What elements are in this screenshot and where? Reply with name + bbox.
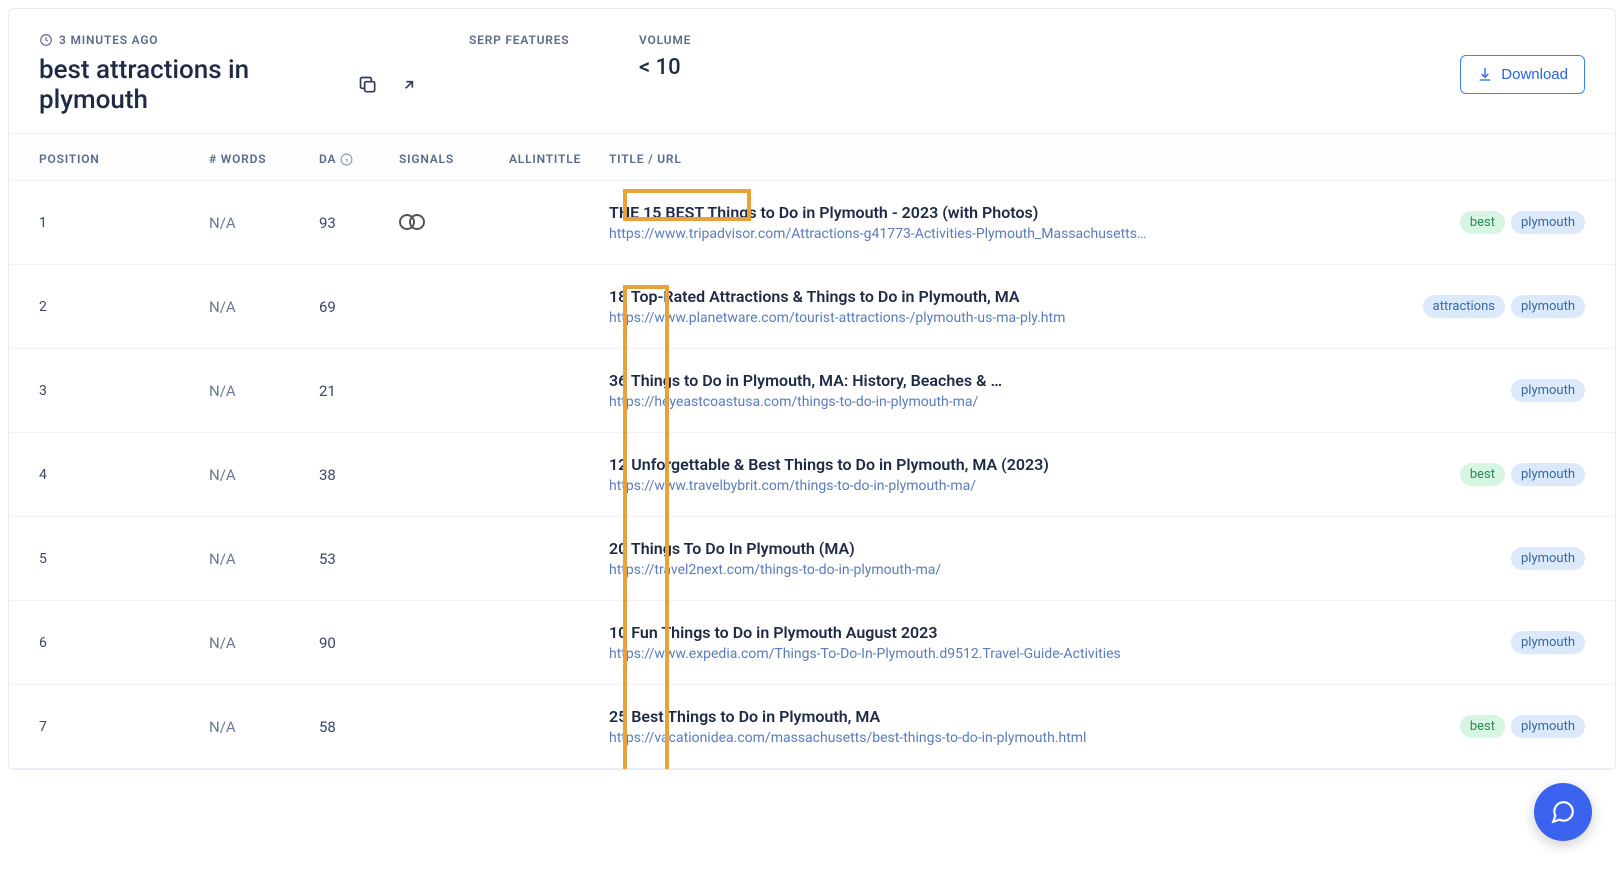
table-row: 3N/A21 36 Things to Do in Plymouth, MA: H… (9, 349, 1615, 433)
tripadvisor-icon (399, 212, 425, 230)
result-title[interactable]: 12 Unforgettable & Best Things to Do in … (609, 455, 1426, 474)
cell-words: N/A (209, 466, 319, 484)
cell-title-url: 20 Things To Do In Plymouth (MA) https://… (609, 539, 1585, 578)
download-icon (1477, 66, 1493, 82)
cell-position: 1 (39, 215, 209, 231)
table-row: 1N/A93 THE 15 BEST Things to Do in Plymou… (9, 181, 1615, 265)
open-external-icon[interactable] (398, 74, 419, 96)
col-da-label: DA (319, 152, 336, 166)
table-row: 5N/A53 20 Things To Do In Plymouth (MA) ht… (9, 517, 1615, 601)
chat-icon (1550, 799, 1576, 825)
col-signals[interactable]: SIGNALS (399, 152, 509, 166)
cell-title-url: THE 15 BEST Things to Do in Plymouth - 2… (609, 203, 1585, 242)
info-icon[interactable] (340, 153, 353, 166)
cell-signals (399, 212, 509, 234)
cell-title-url: 10 Fun Things to Do in Plymouth August 2… (609, 623, 1585, 662)
tag[interactable]: plymouth (1511, 547, 1585, 570)
serp-features-label: SERP FEATURES (469, 33, 609, 47)
result-url[interactable]: https://heyeastcoastusa.com/things-to-do… (609, 394, 1477, 410)
col-title-url[interactable]: TITLE / URL (609, 152, 1585, 166)
cell-position: 4 (39, 467, 209, 483)
tag[interactable]: best (1460, 715, 1505, 738)
result-title[interactable]: 10 Fun Things to Do in Plymouth August 2… (609, 623, 1477, 642)
result-url[interactable]: https://vacationidea.com/massachusetts/b… (609, 730, 1426, 746)
result-title[interactable]: 20 Things To Do In Plymouth (MA) (609, 539, 1477, 558)
volume-label: VOLUME (639, 33, 779, 47)
cell-da: 93 (319, 214, 399, 232)
col-da[interactable]: DA (319, 152, 399, 166)
clock-icon (39, 33, 53, 47)
download-button[interactable]: Download (1460, 55, 1585, 94)
tags: plymouth (1491, 547, 1585, 570)
tags: plymouth (1491, 379, 1585, 402)
cell-words: N/A (209, 214, 319, 232)
copy-icon[interactable] (358, 74, 379, 96)
cell-title-url: 18 Top-Rated Attractions & Things to Do … (609, 287, 1585, 326)
tag[interactable]: plymouth (1511, 379, 1585, 402)
cell-da: 53 (319, 550, 399, 568)
tag[interactable]: best (1460, 463, 1505, 486)
tags: attractions plymouth (1403, 295, 1585, 318)
tag[interactable]: plymouth (1511, 631, 1585, 654)
cell-da: 58 (319, 718, 399, 736)
cell-words: N/A (209, 550, 319, 568)
result-url[interactable]: https://travel2next.com/things-to-do-in-… (609, 562, 1477, 578)
cell-words: N/A (209, 634, 319, 652)
cell-position: 2 (39, 299, 209, 315)
table-row: 7N/A58 25 Best Things to Do in Plymouth, … (9, 685, 1615, 769)
timestamp: 3 MINUTES AGO (39, 33, 419, 47)
columns-header: POSITION # WORDS DA SIGNALS ALLINTITLE T… (9, 133, 1615, 181)
cell-position: 6 (39, 635, 209, 651)
tags: plymouth (1491, 631, 1585, 654)
cell-da: 21 (319, 382, 399, 400)
tags: best plymouth (1440, 715, 1585, 738)
result-title[interactable]: 36 Things to Do in Plymouth, MA: History… (609, 371, 1477, 390)
cell-title-url: 36 Things to Do in Plymouth, MA: History… (609, 371, 1585, 410)
cell-position: 7 (39, 719, 209, 735)
result-url[interactable]: https://www.travelbybrit.com/things-to-d… (609, 478, 1426, 494)
tags: best plymouth (1440, 211, 1585, 234)
result-title[interactable]: 25 Best Things to Do in Plymouth, MA (609, 707, 1426, 726)
tag[interactable]: attractions (1423, 295, 1505, 318)
cell-words: N/A (209, 382, 319, 400)
table-row: 4N/A38 12 Unforgettable & Best Things to … (9, 433, 1615, 517)
tag[interactable]: plymouth (1511, 211, 1585, 234)
tag[interactable]: best (1460, 211, 1505, 234)
result-title[interactable]: 18 Top-Rated Attractions & Things to Do … (609, 287, 1389, 306)
query-text: best attractions in plymouth (39, 55, 346, 115)
download-label: Download (1501, 66, 1568, 83)
cell-words: N/A (209, 718, 319, 736)
result-title[interactable]: THE 15 BEST Things to Do in Plymouth - 2… (609, 203, 1426, 222)
cell-title-url: 12 Unforgettable & Best Things to Do in … (609, 455, 1585, 494)
tags: best plymouth (1440, 463, 1585, 486)
result-url[interactable]: https://www.planetware.com/tourist-attra… (609, 310, 1389, 326)
cell-da: 90 (319, 634, 399, 652)
chat-button[interactable] (1534, 783, 1592, 841)
col-position[interactable]: POSITION (39, 152, 209, 166)
volume-value: < 10 (639, 55, 779, 80)
cell-da: 38 (319, 466, 399, 484)
results-body: 1N/A93THE 15 BEST Things to Do in Plymou… (9, 181, 1615, 769)
cell-position: 3 (39, 383, 209, 399)
col-allintitle[interactable]: ALLINTITLE (509, 152, 609, 166)
cell-words: N/A (209, 298, 319, 316)
table-row: 6N/A90 10 Fun Things to Do in Plymouth Au… (9, 601, 1615, 685)
timestamp-text: 3 MINUTES AGO (59, 33, 158, 47)
tag[interactable]: plymouth (1511, 463, 1585, 486)
result-url[interactable]: https://www.tripadvisor.com/Attractions-… (609, 226, 1426, 242)
cell-position: 5 (39, 551, 209, 567)
tag[interactable]: plymouth (1511, 295, 1585, 318)
table-row: 2N/A69 18 Top-Rated Attractions & Things … (9, 265, 1615, 349)
cell-title-url: 25 Best Things to Do in Plymouth, MA http… (609, 707, 1585, 746)
tag[interactable]: plymouth (1511, 715, 1585, 738)
cell-da: 69 (319, 298, 399, 316)
col-words[interactable]: # WORDS (209, 152, 319, 166)
panel-header: 3 MINUTES AGO best attractions in plymou… (9, 9, 1615, 133)
serp-panel: 3 MINUTES AGO best attractions in plymou… (8, 8, 1616, 770)
result-url[interactable]: https://www.expedia.com/Things-To-Do-In-… (609, 646, 1477, 662)
